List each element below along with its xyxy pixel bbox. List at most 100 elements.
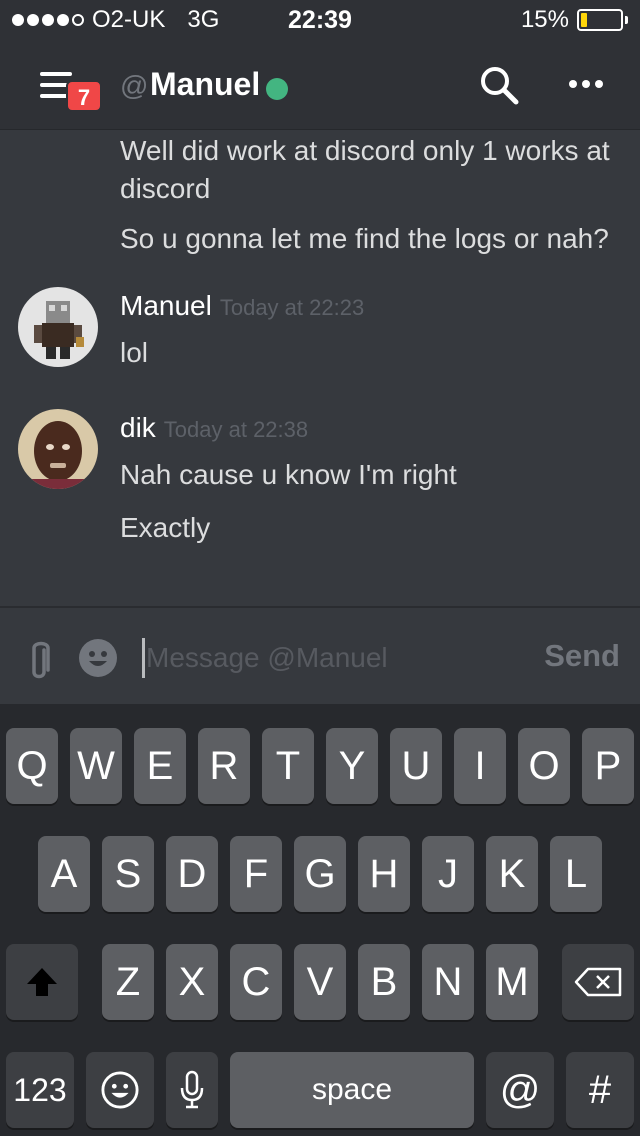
key-t[interactable]: T <box>262 728 314 804</box>
backspace-icon <box>574 967 622 997</box>
backspace-key[interactable] <box>562 944 634 1020</box>
key-p[interactable]: P <box>582 728 634 804</box>
key-m[interactable]: M <box>486 944 538 1020</box>
channel-title[interactable]: Manuel <box>150 66 260 103</box>
message-list[interactable]: Well did work at discord only 1 works at… <box>0 130 640 606</box>
message-text: Nah cause u know I'm right <box>120 459 457 490</box>
key-d[interactable]: D <box>166 836 218 912</box>
key-label: S <box>114 851 142 896</box>
key-h[interactable]: H <box>358 836 410 912</box>
key-label: T <box>275 743 301 788</box>
key-label: Q <box>16 743 48 788</box>
hash-key[interactable]: # <box>566 1052 634 1128</box>
key-label: H <box>369 851 399 896</box>
key-i[interactable]: I <box>454 728 506 804</box>
message-text: Exactly <box>120 512 211 543</box>
avatar-image <box>18 409 98 489</box>
key-q[interactable]: Q <box>6 728 58 804</box>
key-r[interactable]: R <box>198 728 250 804</box>
avatar[interactable] <box>18 287 98 367</box>
space-key[interactable]: space <box>230 1052 474 1128</box>
microphone-icon <box>180 1070 204 1109</box>
ellipsis-icon-graphic <box>569 80 603 88</box>
key-label: R <box>209 743 239 788</box>
key-b[interactable]: B <box>358 944 410 1020</box>
key-o[interactable]: O <box>518 728 570 804</box>
shift-key[interactable] <box>6 944 78 1020</box>
emoji-icon-graphic <box>79 639 117 677</box>
paperclip-icon-graphic <box>32 641 50 679</box>
unread-badge[interactable]: 7 <box>66 80 102 112</box>
key-label: V <box>306 959 334 1004</box>
message-text: Well did work at discord only 1 works at… <box>120 135 610 204</box>
key-w[interactable]: W <box>70 728 122 804</box>
key-a[interactable]: A <box>38 836 90 912</box>
message-timestamp: Today at 22:38 <box>163 417 309 442</box>
at-symbol: @ <box>120 70 149 101</box>
message-composer: Send <box>0 606 640 704</box>
key-z[interactable]: Z <box>102 944 154 1020</box>
key-s[interactable]: S <box>102 836 154 912</box>
numbers-key-label: 123 <box>13 1071 67 1108</box>
hash-key-label: # <box>588 1067 612 1112</box>
key-label: D <box>177 851 207 896</box>
ellipsis-icon[interactable] <box>566 74 606 94</box>
battery-percent: 15% <box>520 6 569 33</box>
message-timestamp: Today at 22:23 <box>219 295 365 320</box>
paperclip-icon[interactable] <box>22 640 56 684</box>
message-text: lol <box>120 337 149 368</box>
key-u[interactable]: U <box>390 728 442 804</box>
message-input[interactable] <box>146 638 526 678</box>
key-l[interactable]: L <box>550 836 602 912</box>
avatar[interactable] <box>18 409 98 489</box>
emoji-icon[interactable] <box>78 638 118 678</box>
message-author-row: dik Today at 22:38 <box>120 412 308 444</box>
at-key-label: @ <box>499 1067 541 1112</box>
author-name[interactable]: dik <box>120 412 156 444</box>
search-icon-graphic <box>481 67 519 105</box>
send-button[interactable]: Send <box>544 638 620 674</box>
key-label: Z <box>115 959 141 1004</box>
on-screen-keyboard: 123 space @ # QWERTYUIOP A S D F G H J K … <box>0 704 640 1136</box>
status-bar: O2-UK 3G 22:39 15% <box>0 0 640 40</box>
key-label: N <box>433 959 463 1004</box>
key-label: A <box>50 851 78 896</box>
discord-app: O2-UK 3G 22:39 15% 7 @ Manuel Well did w… <box>0 0 640 1136</box>
key-label: I <box>474 743 486 788</box>
key-g[interactable]: G <box>294 836 346 912</box>
key-label: O <box>528 743 560 788</box>
avatar-image <box>18 287 98 367</box>
space-key-label: space <box>311 1073 393 1106</box>
online-status-indicator <box>266 78 288 100</box>
key-f[interactable]: F <box>230 836 282 912</box>
key-y[interactable]: Y <box>326 728 378 804</box>
search-icon[interactable] <box>478 64 520 106</box>
key-label: B <box>370 959 398 1004</box>
numbers-key[interactable]: 123 <box>6 1052 74 1128</box>
key-label: F <box>243 851 269 896</box>
at-key[interactable]: @ <box>486 1052 554 1128</box>
author-name[interactable]: Manuel <box>120 290 212 322</box>
message-author-row: Manuel Today at 22:23 <box>120 290 364 322</box>
text-cursor <box>142 638 145 678</box>
message-text: So u gonna let me find the logs or nah? <box>120 223 609 254</box>
battery-level <box>581 13 587 27</box>
dictation-key[interactable] <box>166 1052 218 1128</box>
key-label: M <box>495 959 529 1004</box>
key-e[interactable]: E <box>134 728 186 804</box>
key-k[interactable]: K <box>486 836 538 912</box>
key-j[interactable]: J <box>422 836 474 912</box>
emoji-key[interactable] <box>86 1052 154 1128</box>
key-label: G <box>304 851 336 896</box>
key-label: J <box>438 851 458 896</box>
key-label: L <box>564 851 588 896</box>
menu-bar <box>40 72 72 76</box>
key-v[interactable]: V <box>294 944 346 1020</box>
battery-tip <box>625 16 628 24</box>
key-label: U <box>401 743 431 788</box>
key-label: Y <box>338 743 366 788</box>
key-n[interactable]: N <box>422 944 474 1020</box>
key-x[interactable]: X <box>166 944 218 1020</box>
key-c[interactable]: C <box>230 944 282 1020</box>
key-label: E <box>146 743 174 788</box>
